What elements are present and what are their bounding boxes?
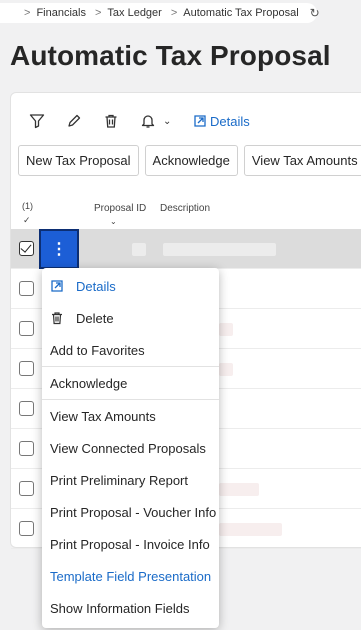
chevron-right-icon: > [170, 7, 178, 19]
row-menu-button[interactable]: ⋮ [39, 229, 79, 269]
breadcrumb: > Financials > Tax Ledger > Automatic Ta… [0, 3, 320, 23]
menu-item-add-to-favorites[interactable]: Add to Favorites [42, 334, 219, 366]
chevron-right-icon: > [94, 7, 102, 19]
new-tax-proposal-button[interactable]: New Tax Proposal [18, 145, 139, 176]
bell-icon[interactable] [138, 111, 158, 131]
selected-count: (1) [22, 201, 33, 211]
menu-item-print-voucher-info[interactable]: Print Proposal - Voucher Info [42, 496, 219, 528]
row-checkbox[interactable] [19, 521, 34, 536]
row-checkbox[interactable] [19, 401, 34, 416]
check-icon: ✓ [23, 215, 31, 225]
cell-placeholder [219, 523, 282, 536]
cell-placeholder [219, 323, 233, 336]
column-description[interactable]: Description [160, 203, 210, 214]
row-checkbox[interactable] [19, 441, 34, 456]
cell-placeholder [219, 363, 233, 376]
page-title: Automatic Tax Proposal [10, 40, 331, 71]
row-checkbox[interactable] [19, 241, 34, 256]
details-label: Details [210, 113, 250, 129]
action-buttons: New Tax Proposal Acknowledge View Tax Am… [18, 145, 361, 176]
chevron-down-icon[interactable]: ⌄ [163, 116, 173, 127]
breadcrumb-item-current: Automatic Tax Proposal [183, 7, 299, 19]
cell-placeholder [219, 483, 259, 496]
menu-item-acknowledge[interactable]: Acknowledge [42, 367, 219, 399]
breadcrumb-item-financials[interactable]: Financials [36, 7, 86, 19]
menu-item-show-information-fields[interactable]: Show Information Fields [42, 592, 219, 624]
row-checkbox[interactable] [19, 481, 34, 496]
filter-icon[interactable] [27, 111, 47, 131]
menu-item-template-field-presentation[interactable]: Template Field Presentation [42, 560, 219, 592]
table-row[interactable]: ⋮ [11, 229, 361, 269]
chevron-down-icon[interactable]: ⌄ [110, 217, 117, 226]
menu-item-view-tax-amounts[interactable]: View Tax Amounts [42, 400, 219, 432]
row-checkbox[interactable] [19, 321, 34, 336]
refresh-icon[interactable]: ↻ [310, 6, 320, 20]
acknowledge-button[interactable]: Acknowledge [144, 145, 238, 176]
view-tax-amounts-button[interactable]: View Tax Amounts [243, 145, 361, 176]
cell-placeholder [132, 243, 146, 256]
menu-item-details[interactable]: Details [42, 270, 219, 302]
trash-icon [50, 311, 64, 325]
menu-item-print-invoice-info[interactable]: Print Proposal - Invoice Info [42, 528, 219, 560]
menu-item-label: Delete [76, 310, 114, 326]
menu-item-view-connected-proposals[interactable]: View Connected Proposals [42, 432, 219, 464]
open-external-icon [50, 279, 64, 293]
menu-item-print-preliminary-report[interactable]: Print Preliminary Report [42, 464, 219, 496]
menu-item-label: Details [76, 278, 116, 294]
row-checkbox[interactable] [19, 281, 34, 296]
edit-icon[interactable] [64, 111, 84, 131]
details-link[interactable]: Details [193, 114, 250, 129]
row-context-menu: Details Delete Add to Favorites Acknowle… [42, 268, 219, 628]
chevron-right-icon: > [24, 7, 31, 19]
row-checkbox[interactable] [19, 361, 34, 376]
menu-item-delete[interactable]: Delete [42, 302, 219, 334]
cell-placeholder [163, 243, 276, 256]
column-proposal-id[interactable]: Proposal ID [94, 203, 146, 214]
breadcrumb-item-tax-ledger[interactable]: Tax Ledger [107, 7, 161, 19]
open-external-icon [194, 115, 206, 127]
delete-icon[interactable] [101, 111, 121, 131]
toolbar: ⌄ Details [27, 111, 250, 131]
